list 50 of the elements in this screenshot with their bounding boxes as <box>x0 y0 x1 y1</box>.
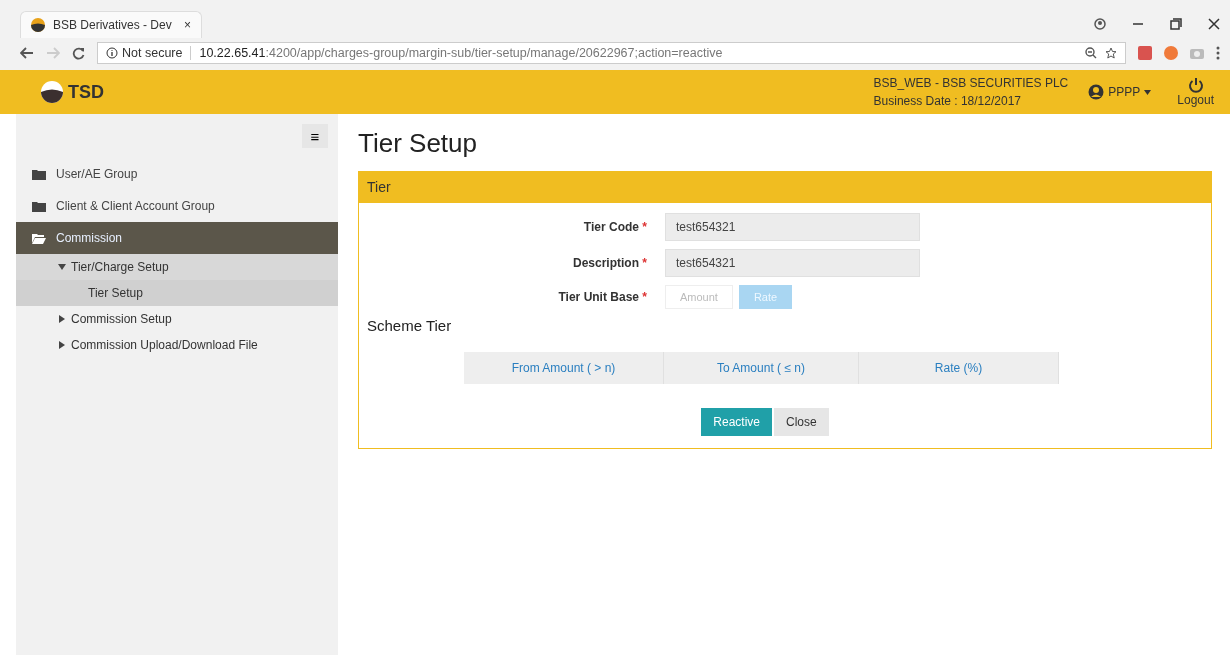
field-label: Tier Unit Base * <box>557 290 647 304</box>
caret-down-icon <box>58 263 66 271</box>
open-folder-icon <box>32 232 46 244</box>
section-title: Scheme Tier <box>367 317 453 334</box>
sidebar-item[interactable]: Client & Client Account Group <box>16 190 338 222</box>
menu-icon[interactable] <box>1216 46 1220 60</box>
column-header: To Amount ( ≤ n) <box>664 352 859 384</box>
restore-icon[interactable] <box>1170 18 1182 30</box>
zoom-icon[interactable] <box>1085 47 1097 59</box>
business-date: Business Date : 18/12/2017 <box>873 94 1022 108</box>
folder-icon <box>32 200 46 212</box>
panel-title: Tier <box>359 171 1211 203</box>
back-arrow-icon[interactable] <box>20 47 34 59</box>
security-label: Not secure <box>122 46 183 60</box>
column-header: From Amount ( > n) <box>464 352 664 384</box>
logo-icon <box>40 81 66 103</box>
reload-icon[interactable] <box>72 46 85 60</box>
caret-right-icon <box>58 315 66 323</box>
column-header: Rate (%) <box>859 352 1059 384</box>
caret-right-icon <box>58 341 66 349</box>
star-icon[interactable] <box>1105 47 1117 59</box>
info-icon <box>106 47 118 59</box>
sidebar-item[interactable]: Commission <box>16 222 338 254</box>
logout-button[interactable]: Logout <box>1171 76 1220 108</box>
sidebar-subitem[interactable]: Commission Upload/Download File <box>16 332 338 358</box>
caret-down-icon <box>1144 89 1152 95</box>
user-icon <box>1088 84 1105 100</box>
profile-icon[interactable] <box>1094 18 1106 30</box>
company-name: BSB_WEB - BSB SECURITIES PLC <box>873 76 1069 90</box>
sidebar-subitem[interactable]: Tier/Charge Setup <box>16 254 338 280</box>
close-icon[interactable] <box>1208 18 1220 30</box>
url-text: 10.22.65.41:4200/app/charges-group/margin-sub/tier-setup/manage/20622967;action=reactive <box>199 46 723 60</box>
field-label: Tier Code * <box>582 220 647 234</box>
close-button[interactable]: Close <box>774 408 829 436</box>
browser-tab[interactable]: BSB Derivatives - Dev × <box>20 11 202 38</box>
address-bar[interactable]: Not secure 10.22.65.41:4200/app/charges-group/margin-sub/tier-setup/manage/20622967;action=reactive <box>97 42 1126 64</box>
logo-icon <box>31 18 45 32</box>
sidebar-subitem[interactable]: Commission Setup <box>16 306 338 332</box>
logo-text: TSD <box>68 81 104 103</box>
input-field[interactable]: test654321 <box>665 249 920 277</box>
user-menu[interactable]: PPPP <box>1088 84 1152 100</box>
sidebar-subitem[interactable]: Tier Setup <box>16 280 338 306</box>
page-title: Tier Setup <box>358 128 478 159</box>
tab-close-button[interactable]: × <box>184 18 191 32</box>
power-icon <box>1187 77 1204 93</box>
menu-toggle-button[interactable]: ≡ <box>302 124 328 148</box>
folder-icon <box>32 168 46 180</box>
field-label: Description * <box>571 256 647 270</box>
sidebar-item[interactable]: User/AE Group <box>16 158 338 190</box>
input-field[interactable]: test654321 <box>665 213 920 241</box>
